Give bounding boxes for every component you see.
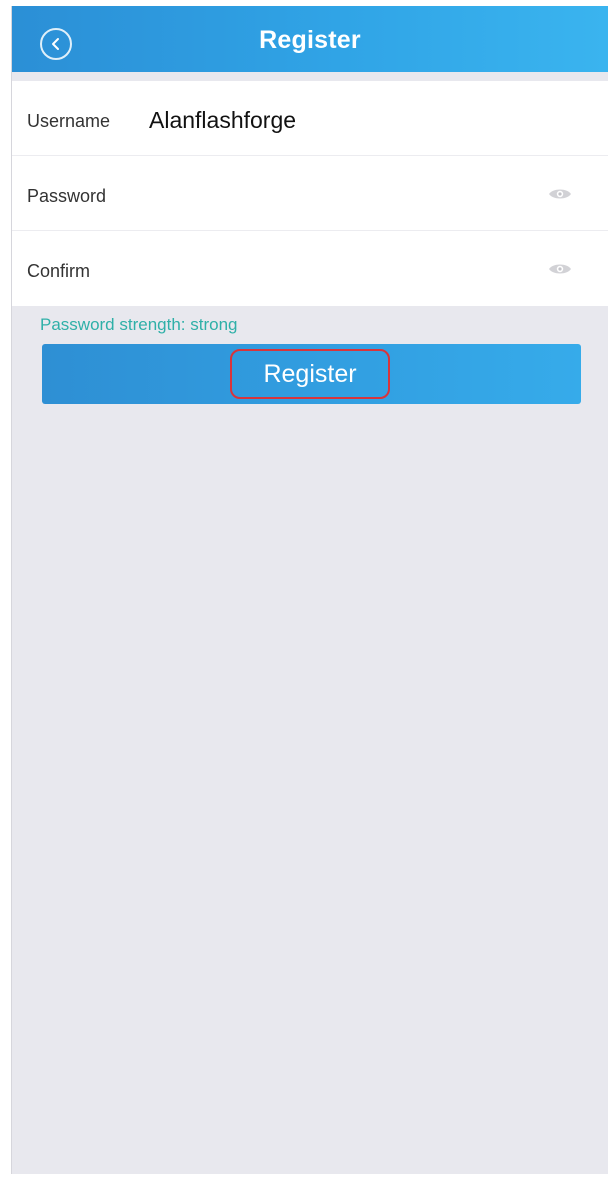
password-strength-text: Password strength: strong: [40, 315, 238, 334]
confirm-password-field[interactable]: [132, 253, 516, 287]
register-button-label: Register: [230, 349, 390, 399]
password-field[interactable]: [132, 178, 516, 212]
eye-icon[interactable]: [548, 262, 572, 276]
password-label: Password: [27, 186, 107, 206]
register-form: Username Alanflashforge Password Confirm: [12, 81, 608, 306]
username-label: Username: [27, 111, 111, 131]
confirm-label: Confirm: [27, 261, 91, 281]
confirm-row: Confirm: [12, 231, 608, 306]
navigation-bar: Register: [12, 6, 608, 72]
screen: Register Username Alanflashforge Passwor…: [11, 6, 608, 1174]
eye-icon[interactable]: [548, 187, 572, 201]
password-row: Password: [12, 156, 608, 231]
username-field[interactable]: Alanflashforge: [149, 107, 549, 134]
page-title: Register: [259, 26, 361, 54]
username-row: Username Alanflashforge: [12, 81, 608, 156]
register-button[interactable]: Register: [42, 344, 581, 404]
